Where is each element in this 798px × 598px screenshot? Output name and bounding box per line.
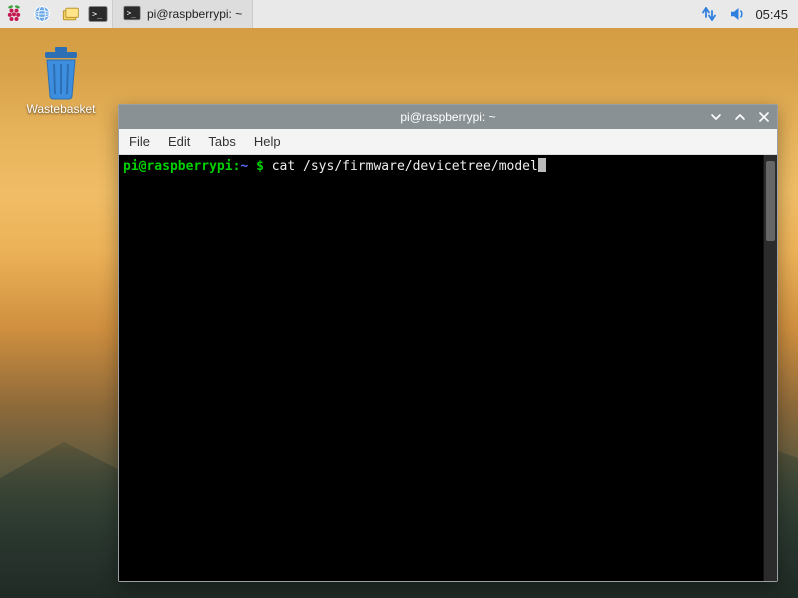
desktop-icon-wastebasket[interactable]: Wastebasket <box>18 44 104 116</box>
window-close-button[interactable] <box>757 110 771 124</box>
window-title: pi@raspberrypi: ~ <box>400 110 495 124</box>
desktop-icon-label: Wastebasket <box>18 102 104 116</box>
terminal-command: cat /sys/firmware/devicetree/model <box>272 159 538 174</box>
taskbar-app-label: pi@raspberrypi: ~ <box>147 7 242 21</box>
web-browser-icon[interactable] <box>28 0 56 28</box>
network-icon[interactable] <box>699 4 719 24</box>
taskbar-left: >_ >_ pi@raspberrypi: ~ <box>0 0 253 28</box>
terminal[interactable]: pi@raspberrypi:~ $ cat /sys/firmware/dev… <box>119 155 763 581</box>
menu-tabs[interactable]: Tabs <box>208 134 235 149</box>
window-minimize-button[interactable] <box>709 110 723 124</box>
terminal-scrollbar[interactable] <box>763 155 777 581</box>
prompt-path: ~ <box>240 159 248 174</box>
terminal-area: pi@raspberrypi:~ $ cat /sys/firmware/dev… <box>119 155 777 581</box>
window-titlebar[interactable]: pi@raspberrypi: ~ <box>119 105 777 129</box>
terminal-icon: >_ <box>123 5 141 24</box>
prompt-dollar: $ <box>256 159 264 174</box>
taskbar: >_ >_ pi@raspberrypi: ~ 05:45 <box>0 0 798 28</box>
svg-text:>_: >_ <box>127 8 137 17</box>
file-manager-icon[interactable] <box>56 0 84 28</box>
scrollbar-thumb[interactable] <box>766 161 775 241</box>
taskbar-app-button[interactable]: >_ pi@raspberrypi: ~ <box>112 0 253 28</box>
taskbar-tray: 05:45 <box>699 4 798 24</box>
wastebasket-icon <box>35 44 87 100</box>
clock[interactable]: 05:45 <box>755 7 788 22</box>
window-maximize-button[interactable] <box>733 110 747 124</box>
terminal-window: pi@raspberrypi: ~ File Edit Tabs Help pi… <box>118 104 778 582</box>
window-buttons <box>709 105 771 129</box>
terminal-cursor <box>538 158 546 172</box>
raspberry-menu-icon[interactable] <box>0 0 28 28</box>
volume-icon[interactable] <box>727 4 747 24</box>
terminal-launcher-icon[interactable]: >_ <box>84 0 112 28</box>
svg-text:>_: >_ <box>92 9 103 19</box>
menu-help[interactable]: Help <box>254 134 281 149</box>
prompt-user-host: pi@raspberrypi <box>123 159 233 174</box>
menu-bar: File Edit Tabs Help <box>119 129 777 155</box>
menu-file[interactable]: File <box>129 134 150 149</box>
menu-edit[interactable]: Edit <box>168 134 190 149</box>
